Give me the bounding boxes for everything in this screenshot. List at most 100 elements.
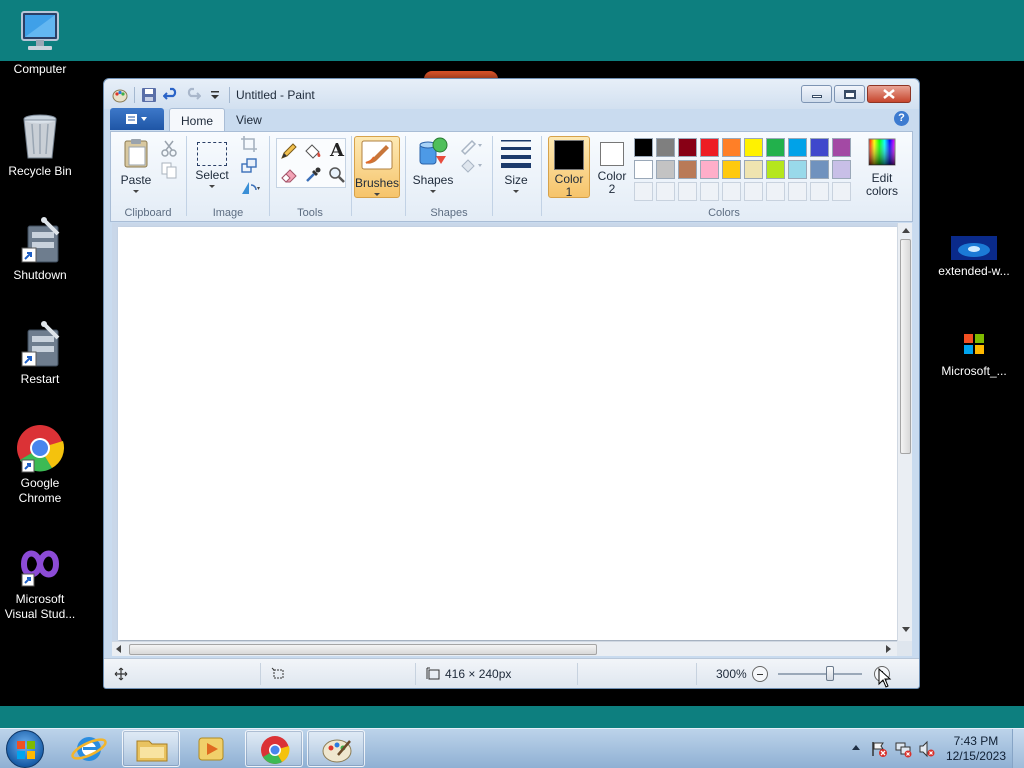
paint-app-icon[interactable] xyxy=(112,87,128,103)
color-swatch[interactable] xyxy=(656,160,675,179)
custom-color-slot[interactable] xyxy=(678,182,697,201)
color2-button[interactable]: Color 2 xyxy=(594,136,630,198)
separator xyxy=(696,663,697,685)
size-button[interactable]: Size xyxy=(497,138,535,193)
custom-color-slot[interactable] xyxy=(810,182,829,201)
start-button[interactable] xyxy=(6,730,44,768)
desktop-icon-extended-wallpaper[interactable]: extended-w... xyxy=(934,236,1014,279)
horizontal-scrollbar[interactable] xyxy=(112,641,897,656)
scroll-right-arrow[interactable] xyxy=(886,645,891,653)
color-swatch[interactable] xyxy=(788,138,807,157)
action-center-flag-icon[interactable] xyxy=(870,740,888,758)
color1-button[interactable]: Color 1 xyxy=(548,136,590,199)
custom-color-slot[interactable] xyxy=(766,182,785,201)
color-swatch[interactable] xyxy=(810,160,829,179)
custom-color-slot[interactable] xyxy=(700,182,719,201)
outline-button[interactable] xyxy=(458,136,484,156)
taskbar-media-player[interactable] xyxy=(182,730,240,767)
fill-tool[interactable] xyxy=(303,141,323,161)
close-button[interactable] xyxy=(867,85,911,103)
help-icon[interactable]: ? xyxy=(894,111,909,126)
color-swatch[interactable] xyxy=(744,138,763,157)
zoom-slider[interactable] xyxy=(778,666,862,681)
paste-button[interactable]: Paste xyxy=(117,138,155,193)
vertical-scroll-thumb[interactable] xyxy=(900,239,911,454)
horizontal-scroll-thumb[interactable] xyxy=(129,644,597,655)
edit-colors-button[interactable]: Edit colors xyxy=(864,136,900,198)
custom-color-slot[interactable] xyxy=(634,182,653,201)
zoom-out-button[interactable] xyxy=(752,666,768,682)
color-swatch[interactable] xyxy=(700,138,719,157)
pencil-tool[interactable] xyxy=(279,141,299,161)
magnifier-tool[interactable] xyxy=(327,165,347,185)
desktop-icon-google-chrome[interactable]: Google Chrome xyxy=(0,424,80,506)
zoom-slider-thumb[interactable] xyxy=(826,666,834,681)
redo-icon[interactable] xyxy=(185,87,202,103)
desktop-icon-restart[interactable]: Restart xyxy=(0,320,80,387)
eraser-tool[interactable] xyxy=(279,165,299,185)
color-picker-tool[interactable] xyxy=(303,165,323,185)
clock[interactable]: 7:43 PM 12/15/2023 xyxy=(946,734,1006,764)
color-swatch[interactable] xyxy=(678,138,697,157)
separator xyxy=(260,663,261,685)
desktop-icon-shutdown[interactable]: Shutdown xyxy=(0,216,80,283)
color-swatch[interactable] xyxy=(678,160,697,179)
customize-toolbar-icon[interactable] xyxy=(207,87,223,103)
desktop-icon-visual-studio[interactable]: Microsoft Visual Stud... xyxy=(0,540,80,622)
desktop-icon-recycle-bin[interactable]: Recycle Bin xyxy=(0,112,80,179)
text-tool[interactable]: A xyxy=(327,141,347,161)
tab-home[interactable]: Home xyxy=(169,108,226,132)
color-swatch[interactable] xyxy=(744,160,763,179)
taskbar-file-explorer[interactable] xyxy=(122,730,180,767)
save-icon[interactable] xyxy=(141,87,157,103)
minimize-button[interactable] xyxy=(801,85,832,103)
network-icon[interactable] xyxy=(894,740,912,758)
desktop-icon-microsoft[interactable]: Microsoft_... xyxy=(934,332,1014,379)
select-button[interactable]: Select xyxy=(193,138,231,188)
fill-button[interactable] xyxy=(458,156,484,176)
cut-button[interactable] xyxy=(159,138,179,158)
desktop-icon-computer[interactable]: Computer xyxy=(0,10,80,77)
color-swatch[interactable] xyxy=(766,160,785,179)
color-swatch[interactable] xyxy=(788,160,807,179)
taskbar-internet-explorer[interactable] xyxy=(60,730,118,767)
shapes-button[interactable]: Shapes xyxy=(410,136,456,193)
taskbar-google-chrome[interactable] xyxy=(245,730,303,767)
color-swatch[interactable] xyxy=(656,138,675,157)
custom-color-slot[interactable] xyxy=(788,182,807,201)
volume-muted-icon[interactable] xyxy=(918,740,936,758)
paint-window: Untitled - Paint Home View ? Paste Clipb… xyxy=(103,78,920,689)
restore-icon xyxy=(844,90,856,99)
title-bar[interactable]: Untitled - Paint xyxy=(104,79,919,109)
drawing-canvas[interactable] xyxy=(118,227,899,640)
color-swatch[interactable] xyxy=(722,160,741,179)
custom-color-slot[interactable] xyxy=(832,182,851,201)
color-swatch[interactable] xyxy=(700,160,719,179)
custom-color-slot[interactable] xyxy=(744,182,763,201)
crop-button[interactable] xyxy=(239,134,259,154)
custom-color-slot[interactable] xyxy=(656,182,675,201)
custom-color-slot[interactable] xyxy=(722,182,741,201)
show-desktop-button[interactable] xyxy=(1012,729,1024,768)
taskbar-paint[interactable] xyxy=(307,730,365,767)
tab-view[interactable]: View xyxy=(225,108,273,132)
scroll-left-arrow[interactable] xyxy=(116,645,121,653)
color-swatch[interactable] xyxy=(832,160,851,179)
undo-icon[interactable] xyxy=(162,87,179,103)
color-swatch[interactable] xyxy=(810,138,829,157)
color-swatch[interactable] xyxy=(634,138,653,157)
maximize-button[interactable] xyxy=(834,85,865,103)
brushes-button[interactable]: Brushes xyxy=(354,136,400,198)
paint-menu-button[interactable] xyxy=(110,108,164,130)
scroll-up-arrow[interactable] xyxy=(902,228,910,233)
copy-button[interactable] xyxy=(159,160,179,180)
scroll-down-arrow[interactable] xyxy=(902,627,910,632)
rotate-button[interactable] xyxy=(239,178,265,198)
show-hidden-icons-button[interactable] xyxy=(852,745,860,750)
color-swatch[interactable] xyxy=(634,160,653,179)
color-swatch[interactable] xyxy=(722,138,741,157)
color-swatch[interactable] xyxy=(766,138,785,157)
vertical-scrollbar[interactable] xyxy=(897,223,912,641)
resize-button[interactable] xyxy=(239,156,259,176)
color-swatch[interactable] xyxy=(832,138,851,157)
